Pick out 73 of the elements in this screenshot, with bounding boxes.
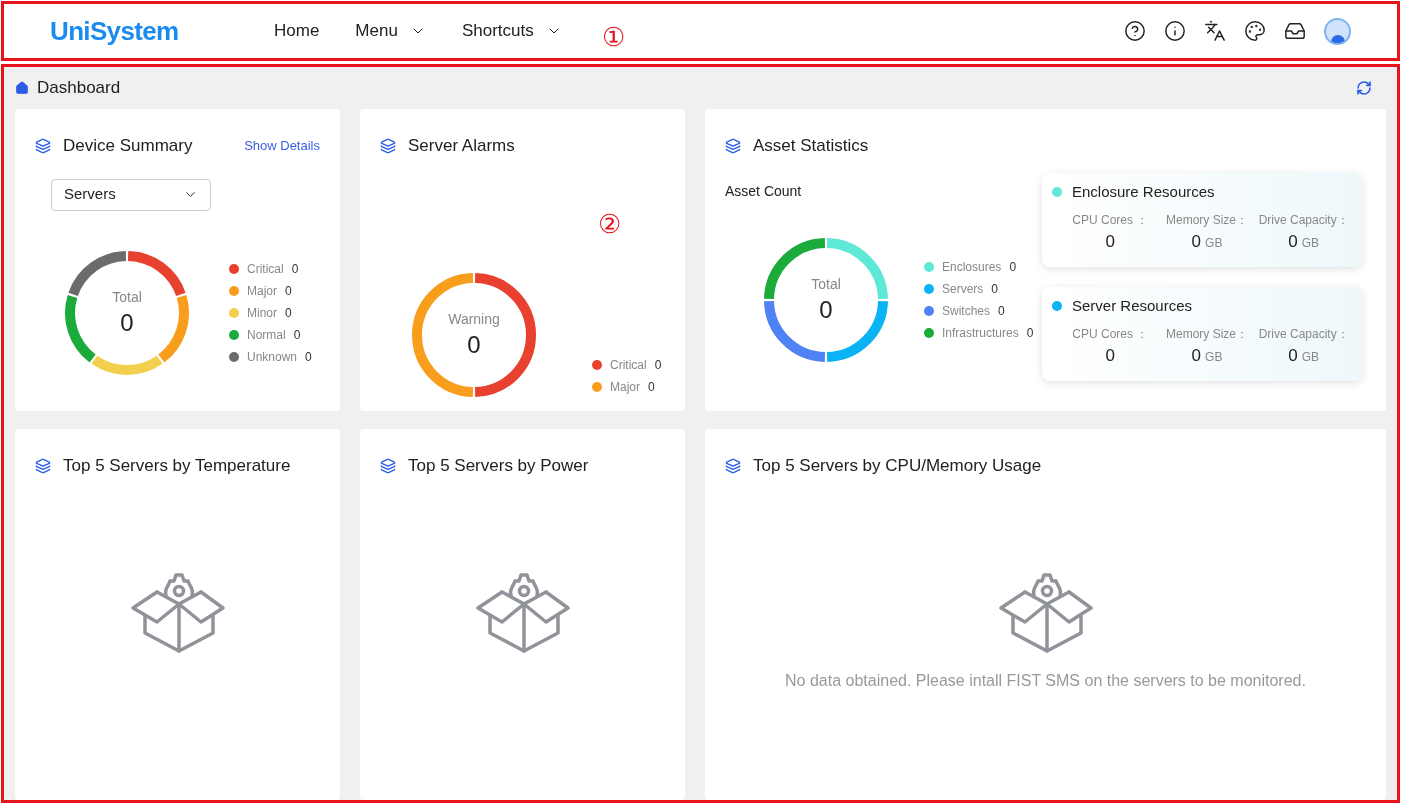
nav-item[interactable]: Shortcuts (461, 18, 562, 44)
layers-icon (725, 457, 741, 474)
legend-value: 0 (991, 280, 999, 297)
stat-value: 0 (1191, 231, 1202, 253)
avatar-icon[interactable] (1324, 17, 1351, 45)
palette-icon[interactable] (1244, 20, 1266, 42)
help-icon[interactable] (1124, 20, 1146, 42)
legend-value: 0 (291, 260, 299, 277)
stat-label: CPU Cores ： (1072, 326, 1149, 343)
translate-icon[interactable] (1204, 20, 1226, 42)
stat-unit: GB (1205, 235, 1223, 252)
annotation-marker: ② (598, 211, 621, 237)
legend-value: 0 (305, 348, 312, 365)
card-title: Asset Statistics (753, 135, 869, 157)
nav-item[interactable]: Menu (355, 18, 426, 44)
stat-unit: GB (1205, 349, 1223, 366)
nav-item[interactable]: Home (274, 18, 320, 44)
info-icon[interactable] (1164, 20, 1186, 42)
asset-count-label: Asset Count (725, 181, 803, 201)
legend-value: 0 (1026, 324, 1034, 341)
stat-value: 0 (1105, 345, 1116, 367)
donut-center-label: Total (811, 274, 841, 294)
legend-label: Normal (247, 326, 286, 343)
breadcrumb[interactable]: Dashboard (37, 75, 121, 101)
annotation-marker: ① (601, 24, 625, 50)
card-title: Top 5 Servers by CPU/Memory Usage (753, 455, 1042, 477)
legend-value: 0 (285, 282, 292, 299)
legend-value: 0 (1009, 258, 1017, 275)
donut-center-label: Warning (448, 309, 500, 329)
refresh-icon[interactable] (1356, 80, 1372, 96)
stat-unit: GB (1301, 349, 1320, 366)
stat-label: CPU Cores ： (1072, 212, 1149, 229)
legend-label: Minor (247, 304, 277, 321)
card-title: Server Alarms (408, 135, 515, 157)
stat-value: 0 (1288, 231, 1298, 253)
legend-label: Major (610, 378, 640, 395)
stat-value: 0 (1191, 345, 1202, 367)
legend-value: 0 (998, 302, 1005, 319)
show-details-link[interactable]: Show Details (244, 136, 320, 156)
legend-value: 0 (648, 378, 655, 395)
layers-icon (35, 457, 51, 474)
card-title: Device Summary (63, 135, 193, 157)
stat-label: Drive Capacity： (1258, 212, 1349, 229)
stat-label: Memory Size： (1166, 326, 1248, 343)
stat-unit: GB (1301, 235, 1320, 252)
donut-center-value: 0 (120, 307, 134, 338)
stat-label: Drive Capacity： (1258, 326, 1349, 343)
donut-center-label: Total (112, 287, 142, 307)
card-title: Top 5 Servers by Power (408, 455, 589, 477)
layers-icon (380, 457, 396, 474)
legend-label: Unknown (247, 348, 298, 365)
resource-title: Enclosure Resources (1072, 181, 1215, 202)
stat-value: 0 (1105, 231, 1116, 253)
stat-value: 0 (1288, 345, 1298, 367)
empty-message: No data obtained. Please intall FIST SMS on the servers to be monitored. (785, 670, 1306, 691)
legend-label: Critical (610, 356, 647, 373)
donut-center-value: 0 (467, 329, 481, 360)
inbox-icon[interactable] (1284, 20, 1306, 42)
legend-value: 0 (285, 304, 292, 321)
legend-label: Critical (247, 260, 284, 277)
legend-value: 0 (654, 356, 662, 373)
legend-label: Enclosures (942, 258, 1002, 275)
donut-center-value: 0 (819, 294, 833, 325)
legend-label: Switches (942, 302, 991, 319)
legend-value: 0 (293, 326, 301, 343)
card-title: Top 5 Servers by Temperature (63, 455, 291, 477)
legend-label: Infrastructures (942, 324, 1019, 341)
stat-label: Memory Size： (1166, 212, 1248, 229)
resource-title: Server Resources (1072, 295, 1193, 316)
home-icon (15, 81, 29, 95)
legend-label: Servers (942, 280, 984, 297)
legend-label: Major (247, 282, 277, 299)
device-type-select[interactable]: Servers (51, 178, 211, 211)
